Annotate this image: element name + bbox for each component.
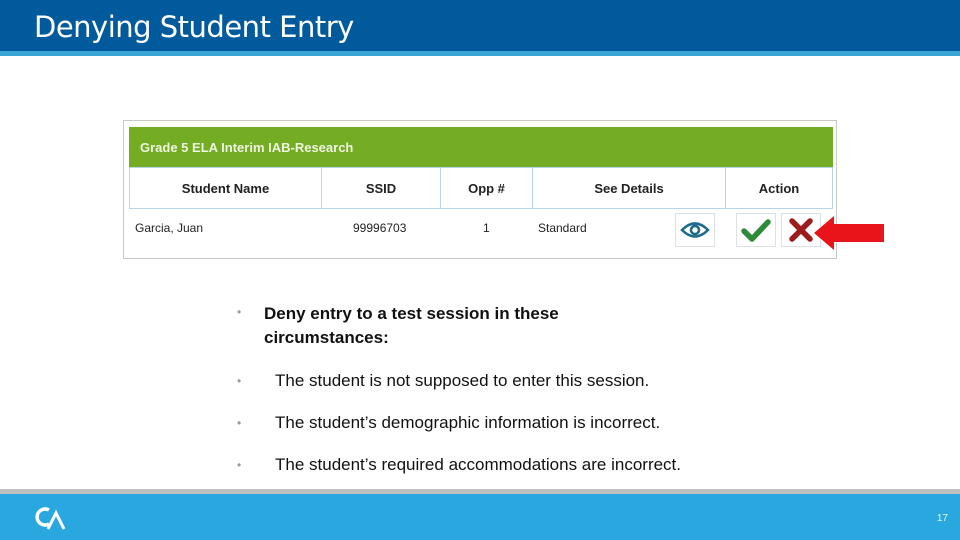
bullet-dot: • xyxy=(237,305,242,319)
footer-bar xyxy=(0,494,960,540)
bullet-dot: • xyxy=(237,374,242,388)
column-header-student-name: Student Name xyxy=(129,167,322,209)
student-name-cell: Garcia, Juan xyxy=(135,221,204,235)
bullet-main-text: Deny entry to a test session in these ci… xyxy=(264,304,559,347)
opp-cell: 1 xyxy=(483,221,490,235)
slide-title: Denying Student Entry xyxy=(34,10,354,44)
approve-button[interactable] xyxy=(736,213,776,247)
session-title: Grade 5 ELA Interim IAB-Research xyxy=(140,140,354,155)
ssid-cell: 99996703 xyxy=(353,221,407,235)
ca-logo-icon xyxy=(35,507,66,530)
column-header-see-details: See Details xyxy=(532,167,726,209)
page-number: 17 xyxy=(936,513,948,524)
details-cell: Standard xyxy=(538,221,587,235)
x-icon xyxy=(789,218,813,242)
eye-icon xyxy=(680,222,710,238)
bullet-dot: • xyxy=(237,416,242,430)
column-header-opp: Opp # xyxy=(440,167,533,209)
approvals-screenshot: Grade 5 ELA Interim IAB-Research Student… xyxy=(123,120,837,259)
bullet-item-text: The student is not supposed to enter thi… xyxy=(275,371,650,390)
session-header: Grade 5 ELA Interim IAB-Research xyxy=(129,127,833,167)
column-header-action: Action xyxy=(725,167,833,209)
bullet-item-text: The student’s required accommodations ar… xyxy=(275,455,681,474)
title-accent-bar xyxy=(0,51,960,56)
bullet-item-text: The student’s demographic information is… xyxy=(275,413,661,432)
column-header-ssid: SSID xyxy=(321,167,441,209)
bullet-dot: • xyxy=(237,458,242,472)
view-details-button[interactable] xyxy=(675,213,715,247)
red-arrow-pointer-icon xyxy=(814,216,884,250)
title-bar: Denying Student Entry xyxy=(0,0,960,51)
check-icon xyxy=(741,219,771,242)
